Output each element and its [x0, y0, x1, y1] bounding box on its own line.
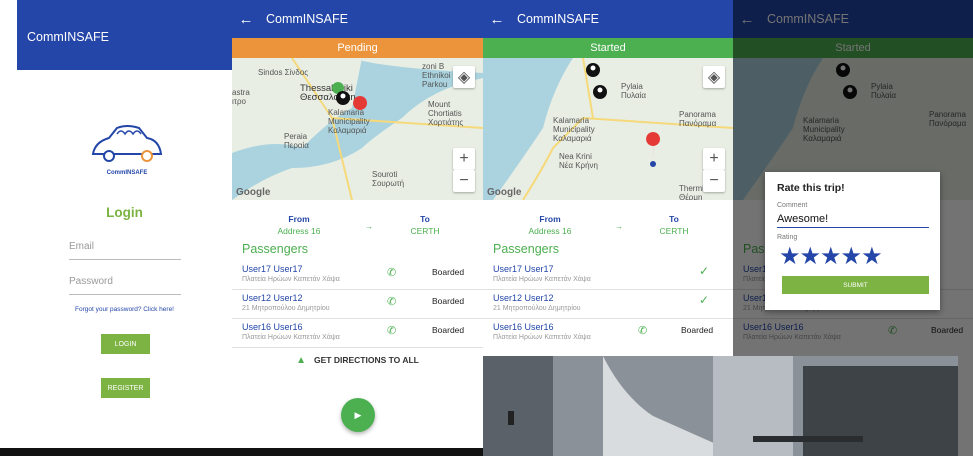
back-arrow-icon[interactable]: ← [483, 11, 511, 28]
map-label: Kalamaria Municipality Καλαμαριά [553, 116, 595, 143]
directions-label: GET DIRECTIONS TO ALL [314, 355, 419, 365]
passenger-name: User16 User16 [242, 322, 303, 332]
photo-image [483, 356, 958, 456]
map-label: astra ιτρο [232, 88, 250, 106]
app-bar: ← CommINSAFE [232, 0, 483, 38]
map-label: Pylaia Πυλαία [621, 82, 647, 100]
passenger-address: 21 Μητροπούλου Δημητρίου [493, 305, 581, 312]
route-arrow-icon: → [615, 222, 623, 231]
from-label: From [288, 214, 310, 224]
passenger-status: Boarded [432, 296, 465, 306]
passenger-address: Πλατεία Ηρώων Καπετάν Χάψα [242, 334, 340, 341]
passenger-row[interactable]: User17 User17 Πλατεία Ηρώων Καπετάν Χάψα… [232, 261, 483, 290]
login-heading: Login [106, 205, 143, 220]
dialog-title: Rate this trip! [777, 182, 845, 194]
google-logo: Google [487, 187, 522, 198]
google-logo: Google [236, 187, 271, 198]
phone-icon[interactable]: ✆ [638, 324, 647, 337]
back-arrow-icon[interactable]: ← [232, 11, 260, 28]
map-label: Sindos Σίνδος [258, 68, 309, 77]
car-logo-icon [91, 125, 163, 162]
comment-input[interactable]: Awesome! [777, 213, 929, 228]
rating-dialog: Rate this trip! Comment Awesome! Rating … [765, 172, 940, 310]
map-label: Souroti Σουρωτή [372, 170, 405, 188]
check-icon: ✓ [699, 293, 710, 307]
to-value: CERTH [659, 226, 689, 236]
email-field[interactable]: Email [69, 241, 181, 260]
nav-bar [0, 448, 483, 456]
phone-icon[interactable]: ✆ [387, 266, 396, 279]
zoom-in-button[interactable]: + [703, 148, 725, 170]
status-banner: Pending [232, 38, 483, 58]
app-bar: ← CommINSAFE [483, 0, 733, 38]
app-title: CommINSAFE [517, 12, 599, 26]
to-label: To [420, 214, 430, 224]
app-logo: CommINSAFE [87, 120, 167, 180]
zoom-in-button[interactable]: + [453, 148, 475, 170]
login-screen: CommINSAFE CommINSAFE Login Email Passwo… [17, 0, 232, 456]
password-field[interactable]: Password [69, 276, 181, 295]
login-button[interactable]: LOGIN [101, 334, 150, 354]
from-label: From [539, 214, 561, 224]
passenger-name: User17 User17 [242, 264, 303, 274]
passenger-status: Boarded [681, 325, 714, 335]
passenger-row[interactable]: User16 User16 Πλατεία Ηρώων Καπετάν Χάψα… [483, 319, 733, 347]
locate-icon[interactable]: ◈ [703, 66, 725, 88]
passenger-address: Πλατεία Ηρώων Καπετάν Χάψα [493, 334, 591, 341]
passenger-address: Πλατεία Ηρώων Καπετάν Χάψα [493, 276, 591, 283]
passenger-name: User16 User16 [493, 322, 554, 332]
comment-label: Comment [777, 202, 808, 209]
passenger-status: Boarded [432, 267, 465, 277]
passenger-name: User12 User12 [493, 293, 554, 303]
to-value: CERTH [410, 226, 440, 236]
app-bar: CommINSAFE [17, 0, 232, 70]
phone-icon[interactable]: ✆ [387, 324, 396, 337]
zoom-out-button[interactable]: − [453, 170, 475, 192]
map-label: Kalamaria Municipality Καλαμαριά [328, 108, 370, 135]
map-label: Thessaloniki Θεσσαλονίκη [300, 83, 356, 103]
start-trip-button[interactable]: ▶ [341, 398, 375, 432]
map-label: Peraia Περαία [284, 132, 309, 150]
route-summary: From Address 16 → To CERTH [232, 214, 483, 244]
locate-icon[interactable]: ◈ [453, 66, 475, 88]
building-photo [483, 356, 958, 456]
app-title: CommINSAFE [266, 12, 348, 26]
passenger-row[interactable]: User12 User12 21 Μητροπούλου Δημητρίου ✓ [483, 290, 733, 319]
passengers-title: Passengers [242, 242, 309, 256]
map-view[interactable]: Sindos Σίνδος astra ιτρο Thessaloniki Θε… [232, 58, 483, 200]
map-label: Panorama Πανόραμα [679, 110, 717, 128]
map-label: Mount Chortiatis Χορτιάτης [428, 100, 464, 127]
route-arrow-icon: → [365, 222, 373, 231]
passenger-row[interactable]: User12 User12 21 Μητροπούλου Δημητρίου ✆… [232, 290, 483, 319]
from-value: Address 16 [277, 226, 321, 236]
get-directions-button[interactable]: ▲ GET DIRECTIONS TO ALL [232, 355, 483, 366]
register-button[interactable]: REGISTER [101, 378, 150, 398]
zoom-out-button[interactable]: − [703, 170, 725, 192]
trip-pending-screen: ← CommINSAFE Pending Sindos Σίνδος astra… [232, 0, 483, 456]
map-view[interactable]: Pylaia Πυλαία Kalamaria Municipality Καλ… [483, 58, 733, 200]
submit-button[interactable]: SUBMIT [782, 276, 929, 294]
app-title: CommINSAFE [27, 30, 109, 44]
rating-label: Rating [777, 234, 798, 241]
phone-icon[interactable]: ✆ [387, 295, 396, 308]
logo-text: CommINSAFE [106, 170, 148, 176]
status-banner: Started [483, 38, 733, 58]
map-label: Nea Krini Νέα Κρήνη [559, 152, 598, 170]
passengers-title: Passengers [493, 242, 560, 256]
star-rating[interactable]: ★★★★★ [779, 242, 883, 271]
passenger-address: Πλατεία Ηρώων Καπετάν Χάψα [242, 276, 340, 283]
passenger-status: Boarded [432, 325, 465, 335]
navigation-icon: ▲ [296, 355, 307, 366]
passenger-name: User12 User12 [242, 293, 303, 303]
passenger-row[interactable]: User17 User17 Πλατεία Ηρώων Καπετάν Χάψα… [483, 261, 733, 290]
to-label: To [669, 214, 679, 224]
forgot-password-link[interactable]: Forgot your password? Click here! [17, 306, 232, 313]
passenger-address: 21 Μητροπούλου Δημητρίου [242, 305, 330, 312]
route-summary: From Address 16 → To CERTH [483, 214, 733, 244]
from-value: Address 16 [528, 226, 572, 236]
passenger-name: User17 User17 [493, 264, 554, 274]
passenger-row[interactable]: User16 User16 Πλατεία Ηρώων Καπετάν Χάψα… [232, 319, 483, 348]
check-icon: ✓ [699, 264, 710, 278]
